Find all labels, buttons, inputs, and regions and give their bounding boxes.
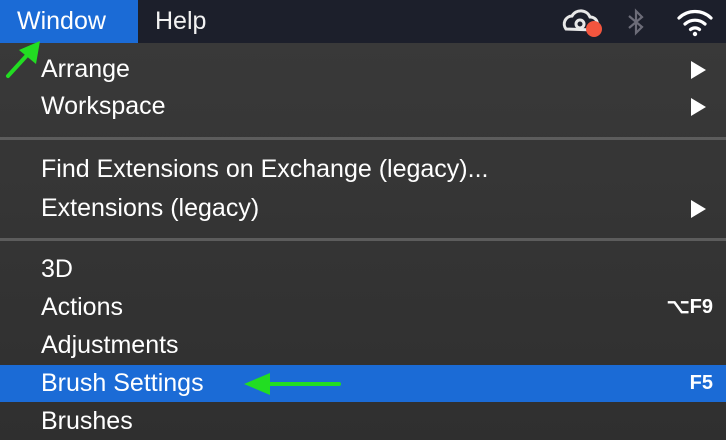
menu-item-3d[interactable]: 3D [0, 251, 726, 288]
menu-item-extensions-legacy[interactable]: Extensions (legacy) [0, 190, 726, 227]
menu-separator [0, 137, 726, 140]
window-menu[interactable]: Window [0, 0, 138, 43]
menu-item-label: Workspace [41, 92, 166, 120]
menu-item-label: Actions [41, 293, 123, 321]
menu-item-adjustments[interactable]: Adjustments [0, 327, 726, 364]
window-dropdown-menu: Arrange Workspace Find Extensions on Exc… [0, 43, 726, 440]
green-arrow-icon [6, 41, 40, 78]
green-arrow-icon [244, 373, 341, 395]
menu-item-workspace[interactable]: Workspace [0, 88, 726, 125]
shortcut-label: F5 [689, 372, 713, 394]
menu-item-label: Find Extensions on Exchange (legacy)... [41, 155, 489, 183]
submenu-arrow-icon [691, 200, 706, 218]
menu-item-brush-settings[interactable]: Brush Settings F5 [0, 365, 726, 402]
creative-cloud-icon[interactable] [560, 7, 604, 39]
submenu-arrow-icon [691, 98, 706, 116]
menu-item-brushes[interactable]: Brushes [0, 403, 726, 440]
menu-item-label: Brushes [41, 407, 133, 435]
menu-item-find-extensions[interactable]: Find Extensions on Exchange (legacy)... [0, 151, 726, 188]
menu-item-label: Extensions (legacy) [41, 194, 260, 222]
menu-item-label: Brush Settings [41, 369, 204, 397]
bluetooth-icon[interactable] [624, 7, 648, 37]
shortcut-label: ⌥F9 [666, 296, 713, 318]
help-menu[interactable]: Help [138, 0, 238, 43]
menu-item-actions[interactable]: Actions ⌥F9 [0, 289, 726, 326]
menu-separator [0, 238, 726, 241]
menu-item-label: Adjustments [41, 331, 179, 359]
wifi-icon[interactable] [676, 7, 714, 37]
menu-item-label: Arrange [41, 55, 130, 83]
menu-item-arrange[interactable]: Arrange [0, 51, 726, 88]
submenu-arrow-icon [691, 61, 706, 79]
menu-bar: Window Help [0, 0, 726, 43]
menu-item-label: 3D [41, 255, 73, 283]
notification-dot [586, 21, 602, 37]
